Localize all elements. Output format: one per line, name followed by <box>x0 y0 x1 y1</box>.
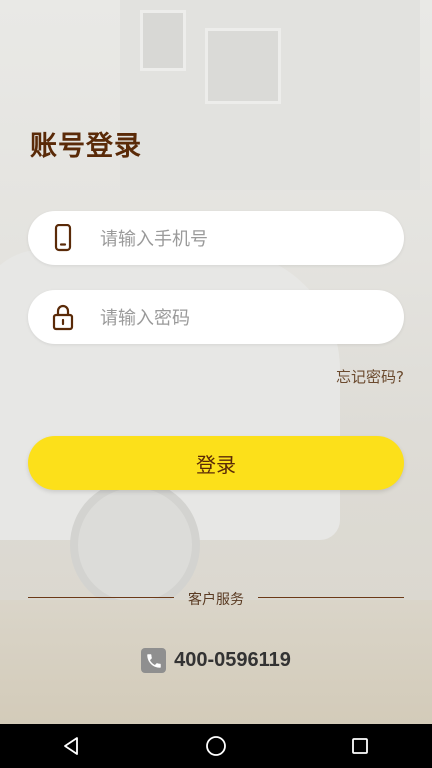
back-triangle-icon[interactable] <box>52 731 92 761</box>
phone-icon <box>141 648 167 673</box>
login-button[interactable]: 登录 <box>28 436 404 490</box>
home-circle-icon[interactable] <box>196 731 236 761</box>
forgot-password-link[interactable]: 忘记密码? <box>336 366 404 387</box>
phone-field-container[interactable] <box>28 211 404 267</box>
lock-icon <box>50 303 76 331</box>
smartphone-icon <box>50 223 76 252</box>
system-navigation-bar <box>0 724 432 768</box>
customer-service-hotline[interactable]: 400-0596119 <box>0 648 432 673</box>
phone-input[interactable] <box>98 211 392 267</box>
password-input[interactable] <box>98 290 392 346</box>
background-photo <box>0 0 432 724</box>
background-window <box>205 28 281 104</box>
hotline-number[interactable]: 400-0596119 <box>174 649 291 672</box>
customer-service-label: 客户服务 <box>188 592 244 608</box>
background-window <box>140 10 186 71</box>
divider-right <box>258 597 404 598</box>
page-title: 账号登录 <box>30 131 142 162</box>
divider-left <box>28 597 174 598</box>
password-field-container[interactable] <box>28 290 404 346</box>
recents-square-icon[interactable] <box>340 731 380 761</box>
